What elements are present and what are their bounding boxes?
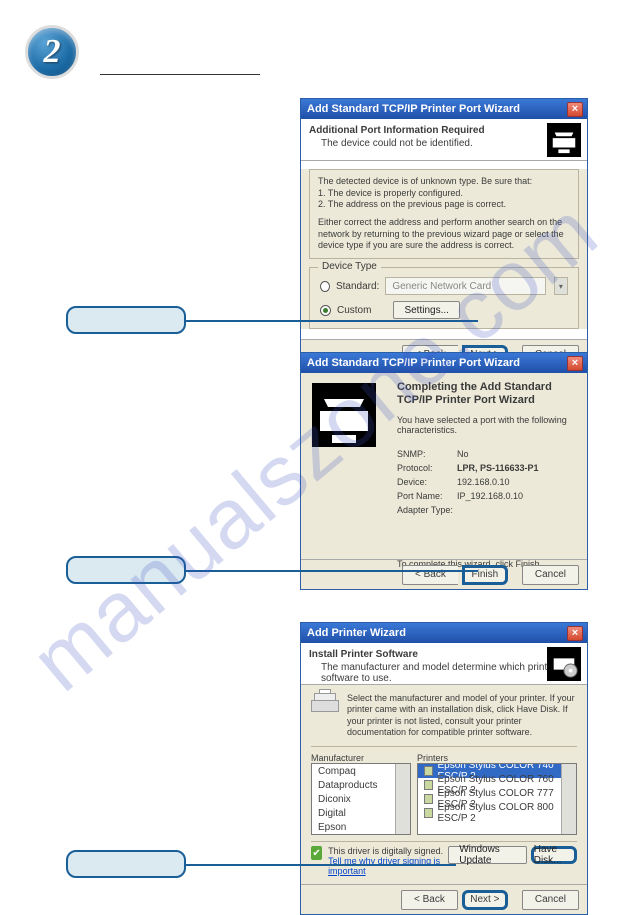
manufacturer-list[interactable]: Compaq Dataproducts Diconix Digital Epso… xyxy=(311,763,411,835)
kv-key: SNMP: xyxy=(397,449,457,463)
detected-line-2: 2. The address on the previous page is c… xyxy=(318,199,570,211)
printer-icon xyxy=(311,693,339,717)
chevron-down-icon: ▾ xyxy=(554,277,568,295)
list-item[interactable]: Compaq xyxy=(312,764,395,778)
radio-icon xyxy=(320,281,330,292)
kv-key: Device: xyxy=(397,477,457,491)
instruction-text: Select the manufacturer and model of you… xyxy=(347,693,577,738)
have-disk-button[interactable]: Have Disk... xyxy=(531,846,577,864)
titlebar: Add Standard TCP/IP Printer Port Wizard … xyxy=(301,353,587,373)
standard-dropdown: Generic Network Card xyxy=(385,277,545,295)
radio-standard-label: Standard: xyxy=(336,281,379,292)
detection-box: The detected device is of unknown type. … xyxy=(309,169,579,259)
title-text: Add Standard TCP/IP Printer Port Wizard xyxy=(307,103,520,115)
printers-list[interactable]: Epson Stylus COLOR 740 ESC/P 2 Epson Sty… xyxy=(417,763,577,835)
wizard-header: Additional Port Information Required The… xyxy=(301,119,587,161)
scrollbar[interactable] xyxy=(395,764,410,834)
kv-key: Adapter Type: xyxy=(397,505,457,519)
characteristics-table: SNMP:No Protocol:LPR, PS-116633-P1 Devic… xyxy=(397,449,577,519)
completing-title: Completing the Add Standard TCP/IP Print… xyxy=(397,381,577,407)
list-item[interactable]: Dataproducts xyxy=(312,778,395,792)
titlebar: Add Printer Wizard × xyxy=(301,623,587,643)
signing-info: ✔ This driver is digitally signed. Tell … xyxy=(311,846,448,876)
printer-small-icon xyxy=(424,794,433,804)
wizard-header-title: Install Printer Software xyxy=(309,649,579,660)
printers-column: Printers Epson Stylus COLOR 740 ESC/P 2 … xyxy=(417,753,577,835)
signed-message: This driver is digitally signed. xyxy=(328,846,448,856)
list-item[interactable]: Diconix xyxy=(312,792,395,806)
close-icon[interactable]: × xyxy=(567,626,583,641)
kv-val: IP_192.168.0.10 xyxy=(457,491,523,505)
wizard-header-subtitle: The device could not be identified. xyxy=(309,136,579,149)
radio-standard-row[interactable]: Standard: Generic Network Card ▾ xyxy=(320,276,568,296)
wizard-body: Select the manufacturer and model of you… xyxy=(301,685,587,884)
finish-button[interactable]: Finish xyxy=(462,565,508,585)
printers-label: Printers xyxy=(417,753,577,763)
wizard-body: Completing the Add Standard TCP/IP Print… xyxy=(301,373,587,559)
wizard-header-title: Additional Port Information Required xyxy=(309,125,579,136)
detected-lead: The detected device is of unknown type. … xyxy=(318,176,570,188)
kv-val: No xyxy=(457,449,469,463)
kv-key: Protocol: xyxy=(397,463,457,477)
instruction-row: Select the manufacturer and model of you… xyxy=(311,693,577,738)
step-badge: 2 xyxy=(25,25,79,79)
device-type-legend: Device Type xyxy=(318,261,381,272)
kv-val: LPR, PS-116633-P1 xyxy=(457,463,539,477)
callout-connector-1 xyxy=(186,320,478,322)
callout-marker-1 xyxy=(66,306,186,334)
signing-row: ✔ This driver is digitally signed. Tell … xyxy=(311,841,577,876)
close-icon[interactable]: × xyxy=(567,356,583,371)
completing-subtitle: You have selected a port with the follow… xyxy=(397,415,577,435)
printer-cd-icon xyxy=(547,647,581,681)
titlebar: Add Standard TCP/IP Printer Port Wizard … xyxy=(301,99,587,119)
wizard-header: Install Printer Software The manufacture… xyxy=(301,643,587,685)
disk-buttons: Windows Update Have Disk... xyxy=(448,846,577,864)
printer-small-icon xyxy=(424,766,433,776)
step-number: 2 xyxy=(44,33,61,71)
list-item[interactable]: Digital xyxy=(312,806,395,820)
kv-val: 192.168.0.10 xyxy=(457,477,510,491)
title-text: Add Standard TCP/IP Printer Port Wizard xyxy=(307,357,520,369)
manufacturer-column: Manufacturer Compaq Dataproducts Diconix… xyxy=(311,753,411,835)
title-text: Add Printer Wizard xyxy=(307,627,406,639)
kv-key: Port Name: xyxy=(397,491,457,505)
cancel-button[interactable]: Cancel xyxy=(522,565,579,585)
printer-icon xyxy=(312,383,376,447)
windows-update-button[interactable]: Windows Update xyxy=(448,846,527,864)
printer-small-icon xyxy=(424,780,433,790)
list-item[interactable]: Epson xyxy=(312,820,395,834)
printer-small-icon xyxy=(424,808,433,818)
wizard-window-install-software: Add Printer Wizard × Install Printer Sof… xyxy=(300,622,588,915)
callout-marker-3 xyxy=(66,850,186,878)
radio-custom-row[interactable]: Custom Settings... xyxy=(320,300,568,320)
radio-icon xyxy=(320,305,331,316)
radio-custom-label: Custom xyxy=(337,305,371,316)
callout-connector-3 xyxy=(186,864,456,866)
list-item[interactable]: Epson Stylus COLOR 800 ESC/P 2 xyxy=(418,806,561,820)
step-underline xyxy=(100,74,260,75)
completing-content: Completing the Add Standard TCP/IP Print… xyxy=(387,373,587,559)
callout-marker-2 xyxy=(66,556,186,584)
list-item-label: Epson Stylus COLOR 800 ESC/P 2 xyxy=(437,802,555,824)
detected-tail: Either correct the address and perform a… xyxy=(318,217,570,252)
settings-button[interactable]: Settings... xyxy=(393,301,459,319)
callout-connector-2 xyxy=(186,570,478,572)
manufacturer-label: Manufacturer xyxy=(311,753,411,763)
list-columns: Manufacturer Compaq Dataproducts Diconix… xyxy=(311,746,577,835)
signing-link[interactable]: Tell me why driver signing is important xyxy=(328,856,440,876)
close-icon[interactable]: × xyxy=(567,102,583,117)
back-button[interactable]: < Back xyxy=(402,565,458,585)
printer-icon xyxy=(547,123,581,157)
wizard-window-completing: Add Standard TCP/IP Printer Port Wizard … xyxy=(300,352,588,590)
wizard-window-port-info: Add Standard TCP/IP Printer Port Wizard … xyxy=(300,98,588,370)
check-icon: ✔ xyxy=(311,846,322,860)
wizard-body: The detected device is of unknown type. … xyxy=(301,169,587,329)
button-bar: < Back Next > Cancel xyxy=(301,884,587,914)
side-panel xyxy=(301,373,387,559)
wizard-header-subtitle: The manufacturer and model determine whi… xyxy=(309,660,579,684)
scrollbar[interactable] xyxy=(561,764,576,834)
detected-line-1: 1. The device is properly configured. xyxy=(318,188,570,200)
